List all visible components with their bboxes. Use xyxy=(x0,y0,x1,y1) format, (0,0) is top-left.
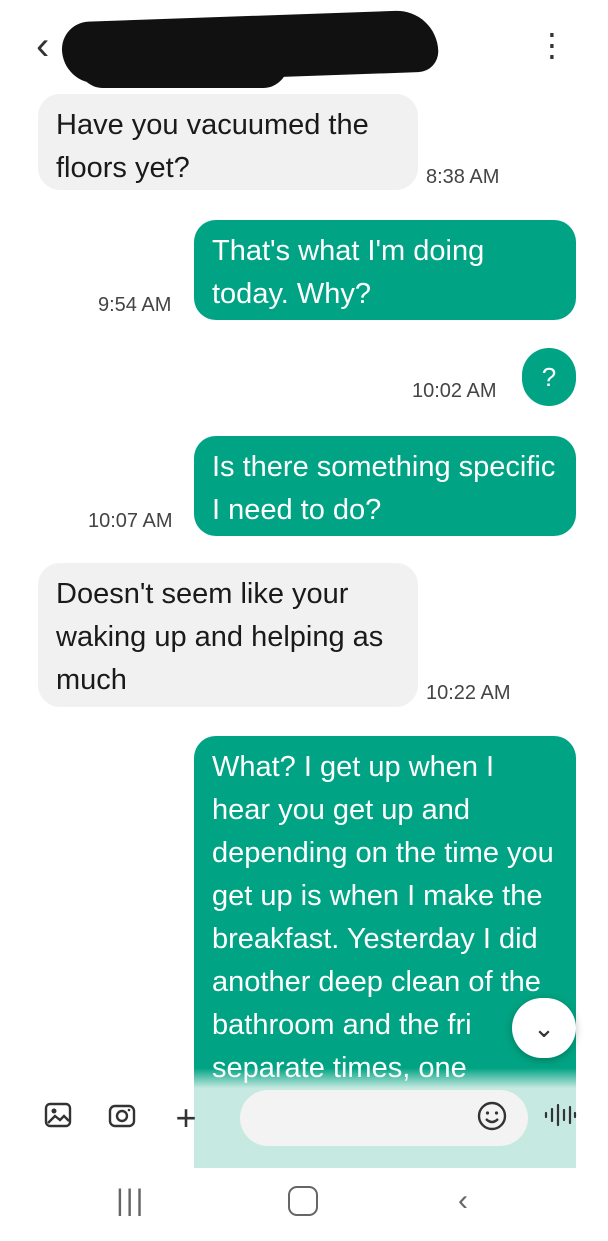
scroll-to-bottom-button[interactable]: ⌄ xyxy=(512,998,576,1058)
home-icon[interactable] xyxy=(288,1186,318,1216)
message-time: 10:07 AM xyxy=(88,510,173,532)
message-time: 10:22 AM xyxy=(426,682,511,704)
message-bubble-outgoing[interactable]: ? xyxy=(522,348,576,406)
back-icon[interactable]: ‹ xyxy=(458,1184,468,1218)
message-time: 10:02 AM xyxy=(412,380,497,402)
chevron-left-icon[interactable]: ‹ xyxy=(36,26,49,66)
image-icon[interactable] xyxy=(40,1100,76,1136)
redacted-contact-name-scribble xyxy=(78,38,288,88)
recent-apps-icon[interactable]: ||| xyxy=(116,1184,145,1218)
conversation-header: ‹ ⋮ xyxy=(0,0,608,90)
message-bubble-outgoing[interactable]: That's what I'm doing today. Why? xyxy=(194,220,576,320)
more-vertical-icon[interactable]: ⋮ xyxy=(536,29,568,61)
voice-wave-icon[interactable] xyxy=(542,1100,578,1136)
message-bubble-incoming[interactable]: Have you vacuumed the floors yet? xyxy=(38,94,418,190)
message-time: 9:54 AM xyxy=(98,294,172,316)
camera-icon[interactable] xyxy=(104,1100,140,1136)
message-bubble-outgoing[interactable]: Is there something specific I need to do… xyxy=(194,436,576,536)
message-time: 8:38 AM xyxy=(426,166,500,188)
message-bubble-incoming[interactable]: Doesn't seem like your waking up and hel… xyxy=(38,563,418,707)
emoji-icon[interactable] xyxy=(474,1100,510,1136)
chevron-down-icon: ⌄ xyxy=(533,1013,555,1043)
plus-icon[interactable]: + xyxy=(168,1100,204,1136)
